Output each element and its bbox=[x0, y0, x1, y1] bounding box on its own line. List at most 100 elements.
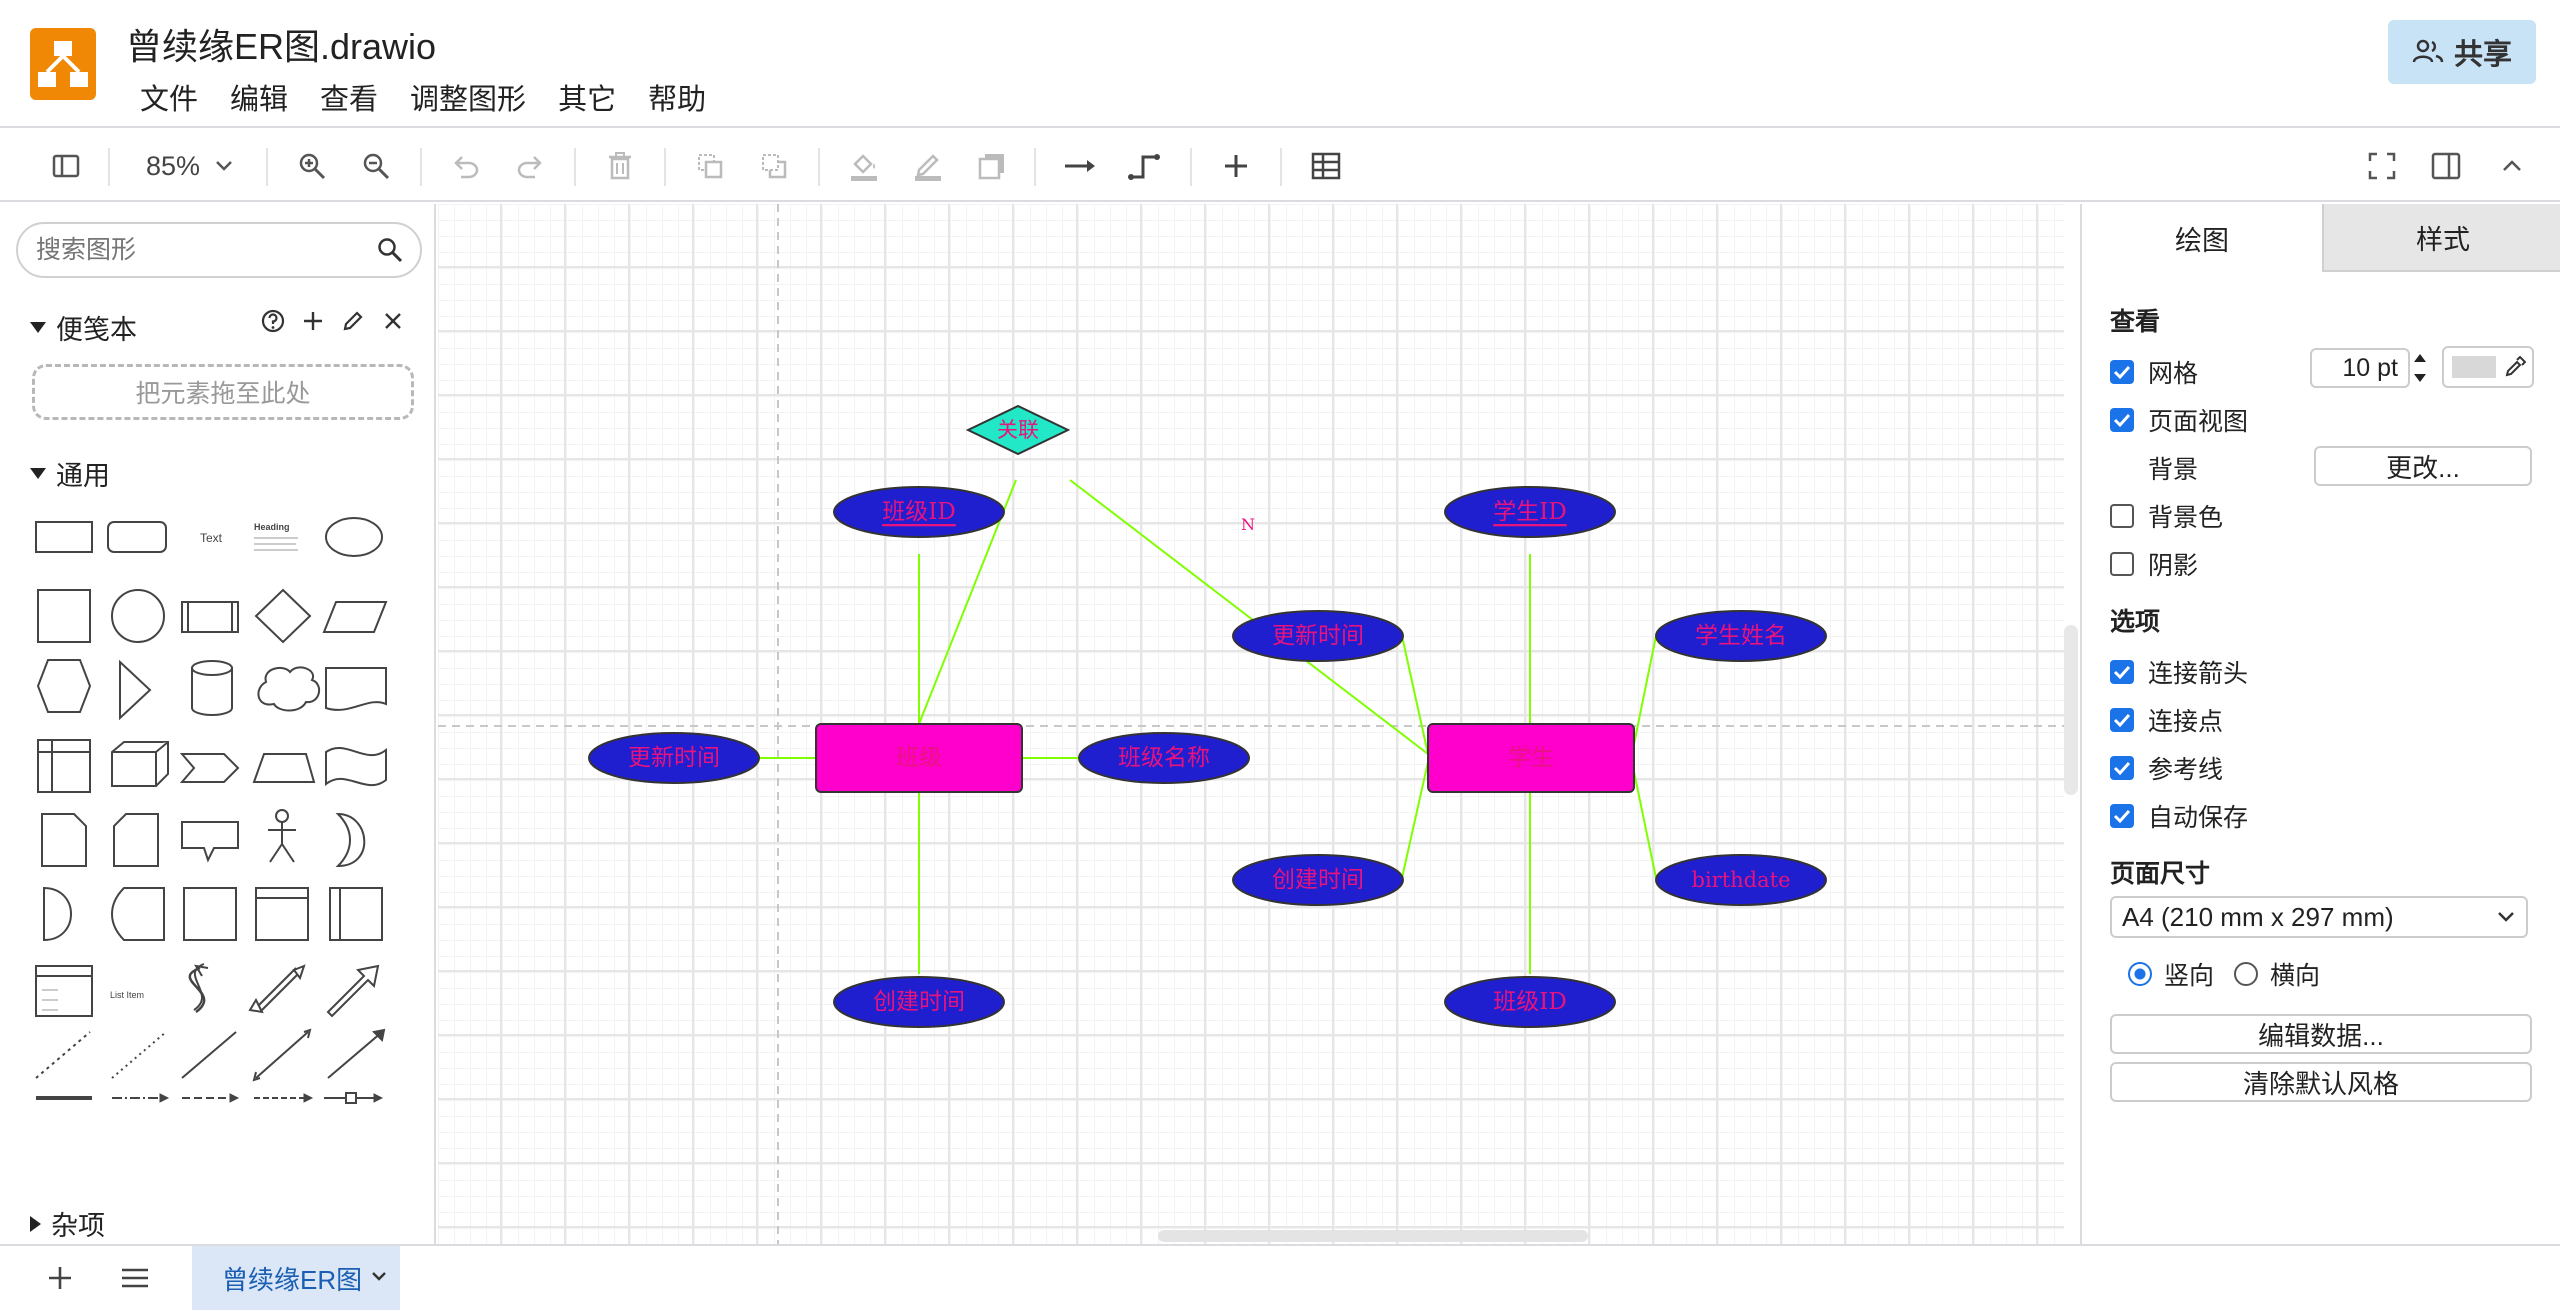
diagram-canvas[interactable]: N 关联 班级 学生 班级ID 更新时间 班级名称 创建时间 学生ID 更新时间… bbox=[438, 204, 2064, 1244]
bg-color-checkbox[interactable] bbox=[2110, 504, 2134, 528]
to-back-button[interactable] bbox=[756, 146, 792, 186]
grid-option[interactable]: 网格 bbox=[2110, 354, 2198, 390]
collapse-toolbar-button[interactable] bbox=[2494, 146, 2530, 186]
shadow-option[interactable]: 阴影 bbox=[2110, 546, 2198, 582]
zoom-out-button[interactable] bbox=[358, 146, 394, 186]
attr-student-birthdate[interactable]: birthdate bbox=[1655, 854, 1827, 906]
document-title[interactable]: 曾续缘ER图.drawio bbox=[126, 18, 436, 70]
page-view-option[interactable]: 页面视图 bbox=[2110, 402, 2248, 438]
autosave-option[interactable]: 自动保存 bbox=[2110, 798, 2248, 834]
close-icon[interactable] bbox=[380, 308, 406, 334]
toggle-sidebar-button[interactable] bbox=[48, 146, 84, 186]
add-icon[interactable] bbox=[300, 308, 326, 334]
add-page-icon[interactable] bbox=[46, 1264, 74, 1292]
undo-button[interactable] bbox=[448, 146, 484, 186]
insert-button[interactable] bbox=[1218, 146, 1254, 186]
general-section-header[interactable]: 通用 bbox=[30, 454, 110, 493]
redo-button[interactable] bbox=[512, 146, 548, 186]
scratchpad-dropzone[interactable]: 把元素拖至此处 bbox=[32, 364, 414, 420]
landscape-radio[interactable] bbox=[2234, 962, 2258, 986]
vertical-scrollbar[interactable] bbox=[2064, 625, 2078, 795]
chevron-down-icon[interactable] bbox=[370, 1270, 388, 1284]
waypoints-button[interactable] bbox=[1126, 146, 1162, 186]
shape-search-input[interactable] bbox=[36, 234, 366, 266]
attr-student-class-id[interactable]: 班级ID bbox=[1444, 976, 1616, 1028]
er-diagram[interactable]: N 关联 班级 学生 班级ID 更新时间 班级名称 创建时间 学生ID 更新时间… bbox=[438, 204, 2064, 1244]
connection-arrows-checkbox[interactable] bbox=[2110, 660, 2134, 684]
attr-class-name[interactable]: 班级名称 bbox=[1078, 732, 1250, 784]
help-icon[interactable] bbox=[260, 308, 286, 334]
page-view-checkbox[interactable] bbox=[2110, 408, 2134, 432]
line-color-button[interactable] bbox=[910, 146, 946, 186]
grid-size-input[interactable]: 10 pt bbox=[2310, 348, 2410, 388]
connector-shapes-palette[interactable] bbox=[28, 1084, 408, 1114]
edge[interactable] bbox=[1631, 761, 1657, 879]
grid-color-picker[interactable] bbox=[2442, 346, 2534, 388]
page-tabs-bar: 曾续缘ER图 bbox=[0, 1244, 2560, 1310]
clear-default-style-button[interactable]: 清除默认风格 bbox=[2110, 1062, 2532, 1102]
relation-shape[interactable]: 关联 bbox=[965, 404, 1071, 456]
fullscreen-button[interactable] bbox=[2364, 146, 2400, 186]
attr-class-created[interactable]: 创建时间 bbox=[833, 976, 1005, 1028]
attr-student-class-id-label: 班级ID bbox=[1493, 989, 1567, 1015]
menu-view[interactable]: 查看 bbox=[304, 76, 394, 118]
format-panel-button[interactable] bbox=[2428, 146, 2464, 186]
connection-arrows-option[interactable]: 连接箭头 bbox=[2110, 654, 2248, 690]
horizontal-scrollbar[interactable] bbox=[1158, 1230, 1588, 1242]
connection-style-button[interactable] bbox=[1062, 146, 1098, 186]
connection-points-option[interactable]: 连接点 bbox=[2110, 702, 2223, 738]
attr-class-id[interactable]: 班级ID bbox=[833, 486, 1005, 538]
menu-help[interactable]: 帮助 bbox=[632, 76, 722, 118]
page-size-select[interactable]: A4 (210 mm x 297 mm) bbox=[2110, 896, 2528, 938]
attr-class-updated[interactable]: 更新时间 bbox=[588, 732, 760, 784]
menu-arrange[interactable]: 调整图形 bbox=[394, 76, 542, 118]
grid-size-stepper[interactable] bbox=[2412, 348, 2428, 388]
tab-style[interactable]: 样式 bbox=[2322, 204, 2560, 272]
entity-student[interactable]: 学生 bbox=[1427, 723, 1635, 793]
landscape-option[interactable]: 横向 bbox=[2234, 956, 2320, 992]
edit-data-button[interactable]: 编辑数据... bbox=[2110, 1014, 2532, 1054]
edge[interactable] bbox=[1401, 761, 1429, 879]
attr-student-created[interactable]: 创建时间 bbox=[1232, 854, 1404, 906]
grid-checkbox[interactable] bbox=[2110, 360, 2134, 384]
delete-button[interactable] bbox=[602, 146, 638, 186]
menu-extras[interactable]: 其它 bbox=[542, 76, 632, 118]
guides-option[interactable]: 参考线 bbox=[2110, 750, 2223, 786]
bg-color-option[interactable]: 背景色 bbox=[2110, 498, 2223, 534]
tab-diagram[interactable]: 绘图 bbox=[2082, 204, 2322, 272]
zoom-in-button[interactable] bbox=[294, 146, 330, 186]
change-background-button[interactable]: 更改... bbox=[2314, 446, 2532, 486]
entity-class[interactable]: 班级 bbox=[815, 723, 1023, 793]
menu-bar: 文件 编辑 查看 调整图形 其它 帮助 bbox=[140, 76, 722, 118]
fill-color-button[interactable] bbox=[846, 146, 882, 186]
waypoint-icon bbox=[1128, 154, 1160, 180]
to-front-button[interactable] bbox=[692, 146, 728, 186]
toolbar-divider bbox=[266, 148, 268, 186]
menu-edit[interactable]: 编辑 bbox=[214, 76, 304, 118]
shadow-button[interactable] bbox=[974, 146, 1010, 186]
portrait-radio[interactable] bbox=[2128, 962, 2152, 986]
pages-menu-icon[interactable] bbox=[120, 1266, 150, 1290]
connection-points-checkbox[interactable] bbox=[2110, 708, 2134, 732]
search-icon[interactable] bbox=[376, 236, 404, 264]
share-button[interactable]: 共享 bbox=[2388, 20, 2536, 84]
attr-student-id[interactable]: 学生ID bbox=[1444, 486, 1616, 538]
edit-icon[interactable] bbox=[340, 308, 366, 334]
autosave-checkbox[interactable] bbox=[2110, 804, 2134, 828]
attr-student-name[interactable]: 学生姓名 bbox=[1655, 610, 1827, 662]
menu-file[interactable]: 文件 bbox=[140, 76, 214, 118]
zoom-select[interactable]: 85% bbox=[140, 146, 240, 186]
scratchpad-header[interactable]: 便笺本 bbox=[30, 308, 137, 347]
misc-section-header[interactable]: 杂项 bbox=[30, 1204, 105, 1243]
table-button[interactable] bbox=[1308, 146, 1344, 186]
guides-checkbox[interactable] bbox=[2110, 756, 2134, 780]
general-shapes-palette[interactable]: Text Heading List Item bbox=[28, 504, 408, 1084]
shadow-icon bbox=[978, 154, 1004, 180]
page-tab[interactable]: 曾续缘ER图 bbox=[192, 1246, 400, 1310]
shadow-checkbox[interactable] bbox=[2110, 552, 2134, 576]
toolbar-divider bbox=[1280, 148, 1282, 186]
edge[interactable] bbox=[1631, 635, 1657, 755]
attr-student-updated[interactable]: 更新时间 bbox=[1232, 610, 1404, 662]
drawio-logo[interactable] bbox=[30, 28, 96, 100]
portrait-option[interactable]: 竖向 bbox=[2128, 956, 2214, 992]
